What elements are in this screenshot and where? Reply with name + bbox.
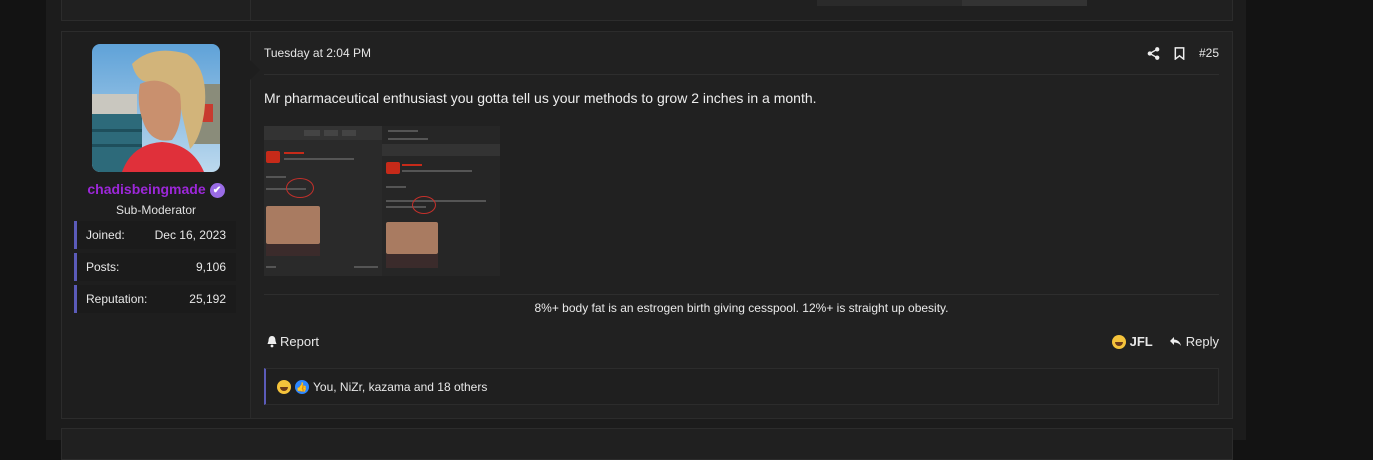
post-body: Mr pharmaceutical enthusiast you gotta t… bbox=[264, 90, 817, 106]
stat-value: 9,106 bbox=[195, 260, 226, 274]
bell-icon bbox=[267, 336, 277, 348]
like-icon: 👍 bbox=[295, 379, 309, 394]
laughing-emoji-icon bbox=[277, 379, 291, 394]
post-number[interactable]: #25 bbox=[1199, 46, 1219, 60]
header-divider bbox=[264, 74, 1219, 75]
previous-post-fragment bbox=[61, 0, 1233, 21]
previous-post-bar bbox=[817, 0, 962, 6]
stat-value: 25,192 bbox=[189, 292, 226, 306]
signature-divider bbox=[264, 294, 1219, 295]
stat-label: Posts: bbox=[86, 260, 120, 274]
stat-label: Reputation: bbox=[86, 292, 148, 306]
report-label[interactable]: Report bbox=[280, 334, 319, 349]
reply-arrow-icon bbox=[1169, 337, 1181, 346]
username[interactable]: chadisbeingmade ✔ bbox=[62, 181, 250, 198]
share-icon[interactable] bbox=[1147, 46, 1160, 60]
reactions-bar[interactable]: 👍 You, NiZr, kazama and 18 others bbox=[264, 368, 1219, 405]
reply-button[interactable]: Reply bbox=[1169, 334, 1219, 349]
reply-label[interactable]: Reply bbox=[1186, 334, 1219, 349]
jfl-label[interactable]: JFL bbox=[1130, 334, 1153, 349]
post-content: Tuesday at 2:04 PM #25 Mr pharmaceutical… bbox=[264, 32, 1219, 418]
avatar[interactable] bbox=[92, 44, 220, 172]
stat-reputation: Reputation: 25,192 bbox=[74, 285, 236, 313]
post-date[interactable]: Tuesday at 2:04 PM bbox=[264, 46, 371, 60]
forum-post: chadisbeingmade ✔ Sub-Moderator Joined: D… bbox=[61, 31, 1233, 419]
user-signature: 8%+ body fat is an estrogen birth giving… bbox=[534, 301, 949, 315]
user-title: Sub-Moderator bbox=[115, 203, 197, 217]
avatar-image bbox=[92, 44, 220, 172]
post-footer-actions: JFL Reply bbox=[1111, 334, 1219, 349]
bookmark-icon[interactable] bbox=[1174, 46, 1185, 60]
stat-value: Dec 16, 2023 bbox=[154, 228, 226, 242]
stat-label: Joined: bbox=[86, 228, 125, 242]
username-text[interactable]: chadisbeingmade bbox=[87, 181, 205, 197]
report-button[interactable]: Report bbox=[266, 334, 319, 349]
attached-screenshot[interactable] bbox=[264, 126, 500, 276]
reactions-summary[interactable]: You, NiZr, kazama and 18 others bbox=[313, 380, 487, 394]
post-actions: #25 bbox=[1147, 44, 1219, 62]
jfl-reaction-button[interactable]: JFL bbox=[1111, 334, 1153, 349]
stat-joined: Joined: Dec 16, 2023 bbox=[74, 221, 236, 249]
screenshot-left bbox=[264, 126, 382, 276]
page-column: chadisbeingmade ✔ Sub-Moderator Joined: D… bbox=[46, 0, 1246, 460]
user-cell-arrow bbox=[250, 60, 260, 80]
user-info-cell: chadisbeingmade ✔ Sub-Moderator Joined: D… bbox=[62, 32, 251, 418]
stat-posts: Posts: 9,106 bbox=[74, 253, 236, 281]
previous-post-bar bbox=[962, 0, 1087, 6]
next-post-fragment bbox=[61, 428, 1233, 460]
divider bbox=[250, 0, 251, 20]
laughing-emoji-icon bbox=[1111, 334, 1126, 349]
verified-badge-icon: ✔ bbox=[209, 183, 225, 198]
screenshot-right bbox=[382, 126, 500, 276]
